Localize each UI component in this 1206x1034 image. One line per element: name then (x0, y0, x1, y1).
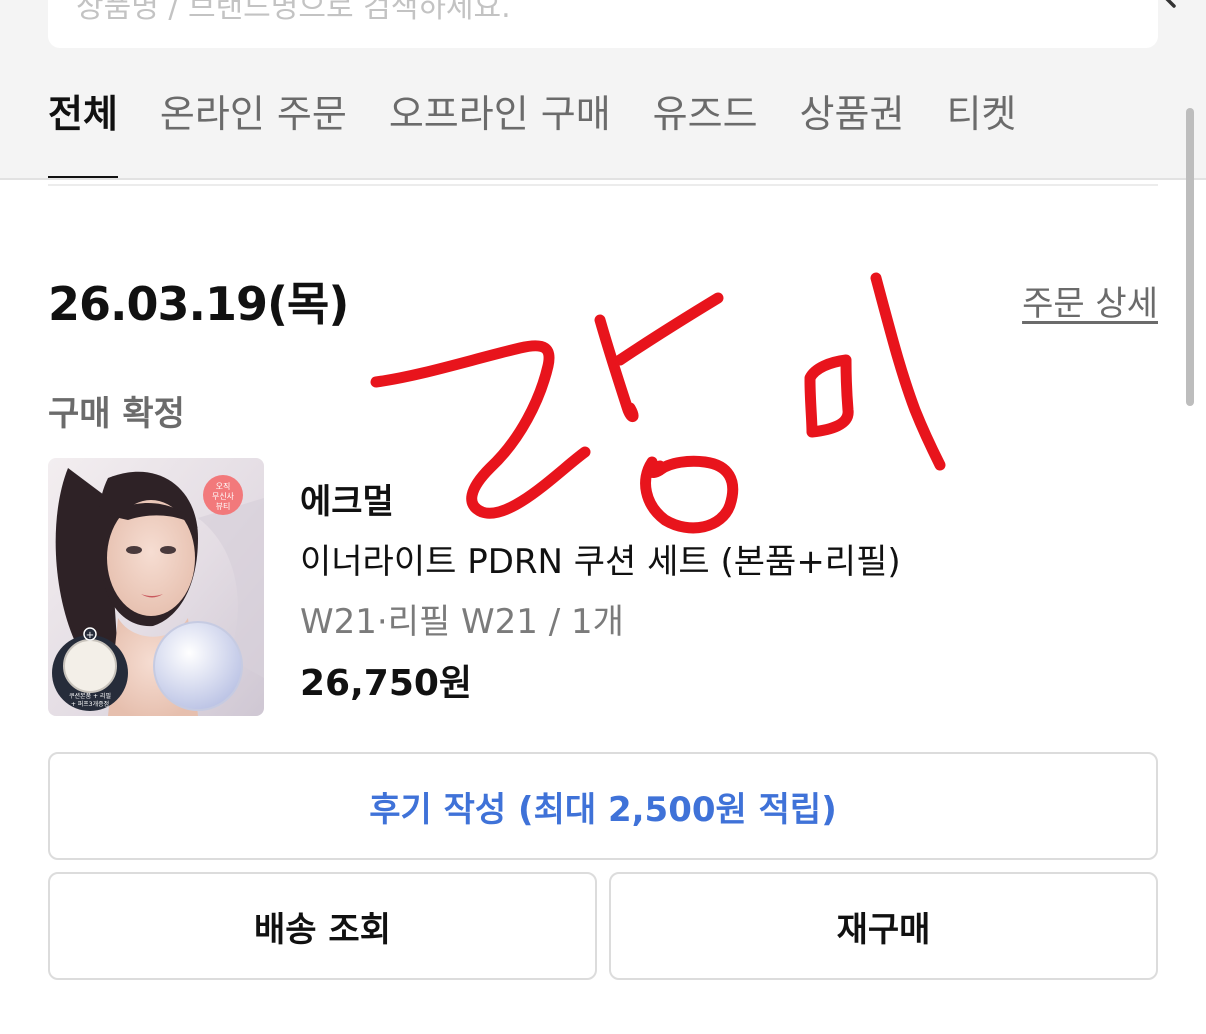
svg-text:+: + (86, 630, 94, 641)
badge-line-2: 무신사 (212, 492, 235, 501)
badge-line-1: 오직 (216, 481, 231, 491)
product-image[interactable]: 오직 무신사 뷰티 + 쿠션본품 + 리필 + 퍼프3개증정 (48, 458, 264, 716)
tab-gift-card[interactable]: 상품권 (800, 88, 905, 180)
search-input[interactable]: 상품명 / 브랜드명으로 검색하세요. (48, 0, 1176, 48)
product-option: W21·리필 W21 / 1개 (300, 602, 624, 642)
reorder-button[interactable]: 재구매 (609, 872, 1158, 980)
caption-line-2: + 퍼프3개증정 (71, 700, 109, 708)
order-date: 26.03.19(목) (48, 277, 349, 331)
search-placeholder: 상품명 / 브랜드명으로 검색하세요. (76, 0, 511, 25)
tab-ticket[interactable]: 티켓 (946, 88, 1016, 180)
tab-offline-purchase[interactable]: 오프라인 구매 (389, 88, 611, 180)
track-delivery-button[interactable]: 배송 조회 (48, 872, 597, 980)
search-icon[interactable] (1130, 0, 1178, 14)
write-review-button[interactable]: 후기 작성 (최대 2,500원 적립) (48, 752, 1158, 860)
scrollbar[interactable] (1186, 108, 1194, 406)
order-type-tabs: 전체 온라인 주문 오프라인 구매 유즈드 상품권 티켓 (48, 88, 1058, 181)
badge-line-3: 뷰티 (216, 502, 231, 511)
order-card: 26.03.19(목) 주문 상세 구매 확정 오직 무신사 뷰티 + 쿠션본품… (0, 180, 1206, 1034)
tab-all[interactable]: 전체 (48, 88, 118, 181)
product-price: 26,750원 (300, 663, 473, 704)
tab-used[interactable]: 유즈드 (653, 88, 758, 180)
card-divider (48, 184, 1158, 186)
header-area: 상품명 / 브랜드명으로 검색하세요. 전체 온라인 주문 오프라인 구매 유즈… (0, 0, 1206, 181)
tab-online-order[interactable]: 온라인 주문 (160, 88, 347, 180)
order-detail-link[interactable]: 주문 상세 (1022, 276, 1158, 325)
order-status: 구매 확정 (48, 394, 185, 434)
caption-line-1: 쿠션본품 + 리필 (69, 692, 111, 700)
product-name[interactable]: 이너라이트 PDRN 쿠션 세트 (본품+리필) (300, 534, 901, 583)
product-brand[interactable]: 에크멀 (300, 474, 394, 523)
